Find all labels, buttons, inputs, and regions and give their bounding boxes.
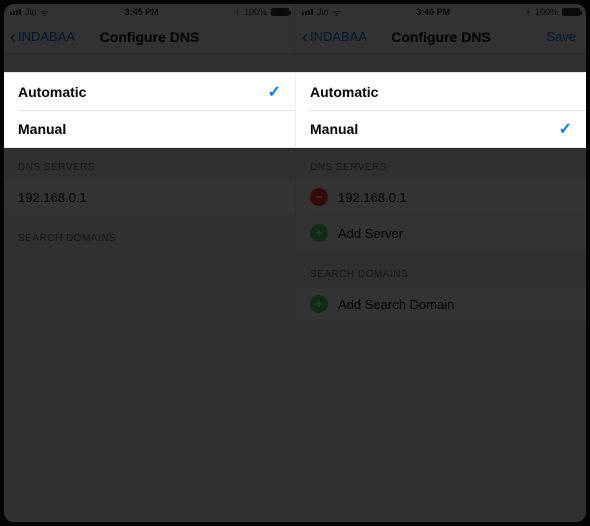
checkmark-icon: ✓ xyxy=(268,82,281,102)
add-server-row[interactable]: + Add Server xyxy=(296,215,586,251)
page-title: Configure DNS xyxy=(100,29,200,45)
signal-icon xyxy=(302,9,313,15)
dns-server-row[interactable]: − 192.168.0.1 xyxy=(296,179,586,215)
option-label: Automatic xyxy=(310,84,378,100)
checkmark-icon: ✓ xyxy=(559,119,572,139)
option-manual[interactable]: Manual ✓ xyxy=(296,110,586,147)
save-label: Save xyxy=(546,29,576,44)
section-header-dns: DNS SERVERS xyxy=(296,162,586,179)
dns-server-value: 192.168.0.1 xyxy=(18,190,87,205)
chevron-left-icon: ‹ xyxy=(302,28,308,46)
clock: 3:45 PM xyxy=(125,7,159,17)
add-icon[interactable]: + xyxy=(310,295,328,313)
option-automatic[interactable]: Automatic xyxy=(296,73,586,110)
option-automatic[interactable]: Automatic ✓ xyxy=(4,73,295,110)
bluetooth-icon: ᚼ xyxy=(526,7,531,17)
dns-server-row: 192.168.0.1 xyxy=(4,179,295,215)
nav-bar: ‹ INDABAA Configure DNS xyxy=(4,20,295,54)
back-button[interactable]: ‹ INDABAA xyxy=(10,20,75,53)
dns-server-value: 192.168.0.1 xyxy=(338,190,407,205)
add-icon[interactable]: + xyxy=(310,224,328,242)
save-button[interactable]: Save xyxy=(546,20,576,53)
clock: 3:46 PM xyxy=(416,7,450,17)
battery-icon xyxy=(271,8,289,16)
carrier-label: Jio xyxy=(25,7,37,17)
battery-percent: 100% xyxy=(535,7,558,17)
section-header-dns: DNS SERVERS xyxy=(4,162,295,179)
wifi-icon: ᯤ xyxy=(333,6,341,19)
status-bar: Jio ᯤ 3:45 PM ᚼ 100% xyxy=(4,4,295,20)
nav-bar: ‹ INDABAA Configure DNS Save xyxy=(296,20,586,54)
section-header-search-domains: SEARCH DOMAINS xyxy=(4,233,295,250)
wifi-icon: ᯤ xyxy=(41,6,49,19)
back-label: INDABAA xyxy=(310,29,367,44)
option-label: Manual xyxy=(18,121,66,137)
bluetooth-icon: ᚼ xyxy=(235,7,240,17)
back-button[interactable]: ‹ INDABAA xyxy=(302,20,367,53)
battery-icon xyxy=(562,8,580,16)
status-bar: Jio ᯤ 3:46 PM ᚼ 100% xyxy=(296,4,586,20)
page-title: Configure DNS xyxy=(391,29,491,45)
add-search-domain-label: Add Search Domain xyxy=(338,297,454,312)
carrier-label: Jio xyxy=(317,7,329,17)
highlighted-selection: Automatic ✓ Manual Automatic Manual ✓ xyxy=(4,72,586,148)
add-server-label: Add Server xyxy=(338,226,403,241)
option-manual[interactable]: Manual xyxy=(4,110,295,147)
remove-icon[interactable]: − xyxy=(310,188,328,206)
option-label: Automatic xyxy=(18,84,86,100)
add-search-domain-row[interactable]: + Add Search Domain xyxy=(296,286,586,322)
signal-icon xyxy=(10,9,21,15)
back-label: INDABAA xyxy=(18,29,75,44)
option-label: Manual xyxy=(310,121,358,137)
battery-percent: 100% xyxy=(244,7,267,17)
chevron-left-icon: ‹ xyxy=(10,28,16,46)
section-header-search-domains: SEARCH DOMAINS xyxy=(296,269,586,286)
